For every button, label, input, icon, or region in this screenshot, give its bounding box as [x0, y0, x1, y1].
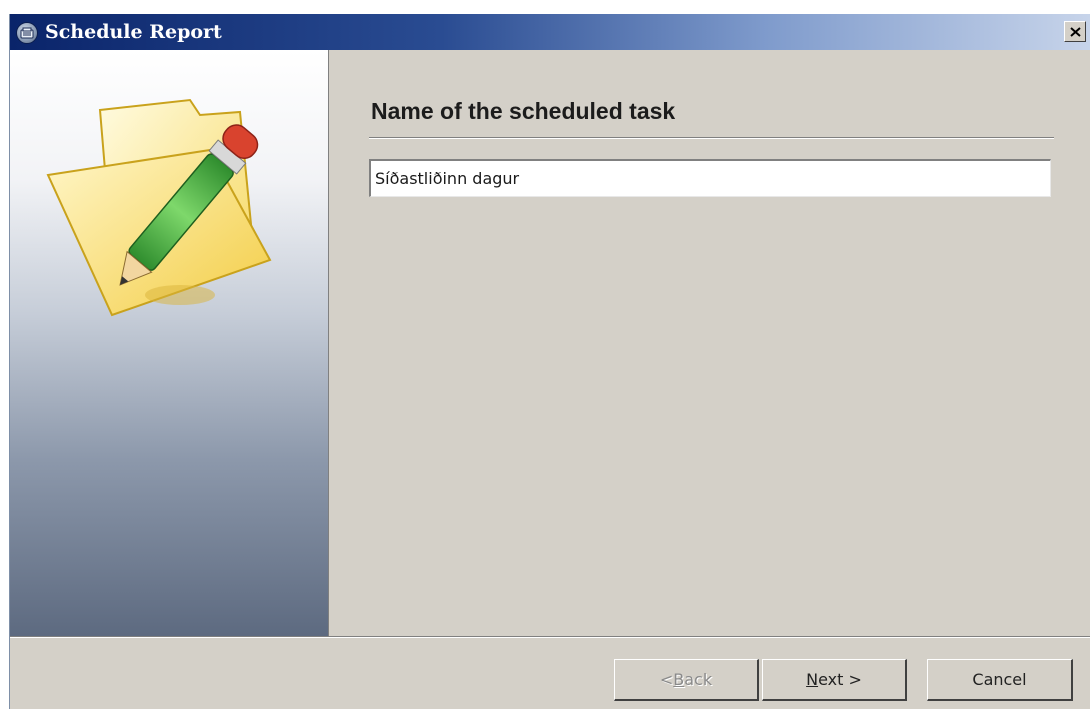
page-title: Name of the scheduled task: [371, 98, 676, 124]
task-name-input[interactable]: [369, 159, 1051, 197]
footer-divider: [10, 636, 1090, 638]
back-button[interactable]: < Back: [614, 659, 759, 701]
close-button[interactable]: [1064, 21, 1086, 42]
next-button-label: ext >: [818, 670, 862, 689]
schedule-report-dialog: Schedule Report Name of the scheduled ta…: [9, 14, 1090, 709]
next-button-mnemonic: N: [806, 670, 819, 689]
back-button-mnemonic: B: [673, 670, 685, 689]
next-button[interactable]: Next >: [762, 659, 907, 701]
window-title: Schedule Report: [45, 21, 222, 43]
back-button-prefix: <: [659, 670, 674, 689]
cancel-button-label: Cancel: [972, 670, 1027, 689]
heading-divider: [369, 137, 1054, 139]
wizard-sidebar: [10, 50, 329, 636]
back-button-label: ack: [684, 670, 713, 689]
report-app-icon: [16, 22, 38, 44]
cancel-button[interactable]: Cancel: [927, 659, 1073, 701]
wizard-content: Name of the scheduled task: [329, 50, 1090, 636]
folder-pencil-illustration: [46, 98, 272, 317]
close-icon: [1069, 26, 1081, 37]
title-bar[interactable]: Schedule Report: [10, 14, 1090, 50]
